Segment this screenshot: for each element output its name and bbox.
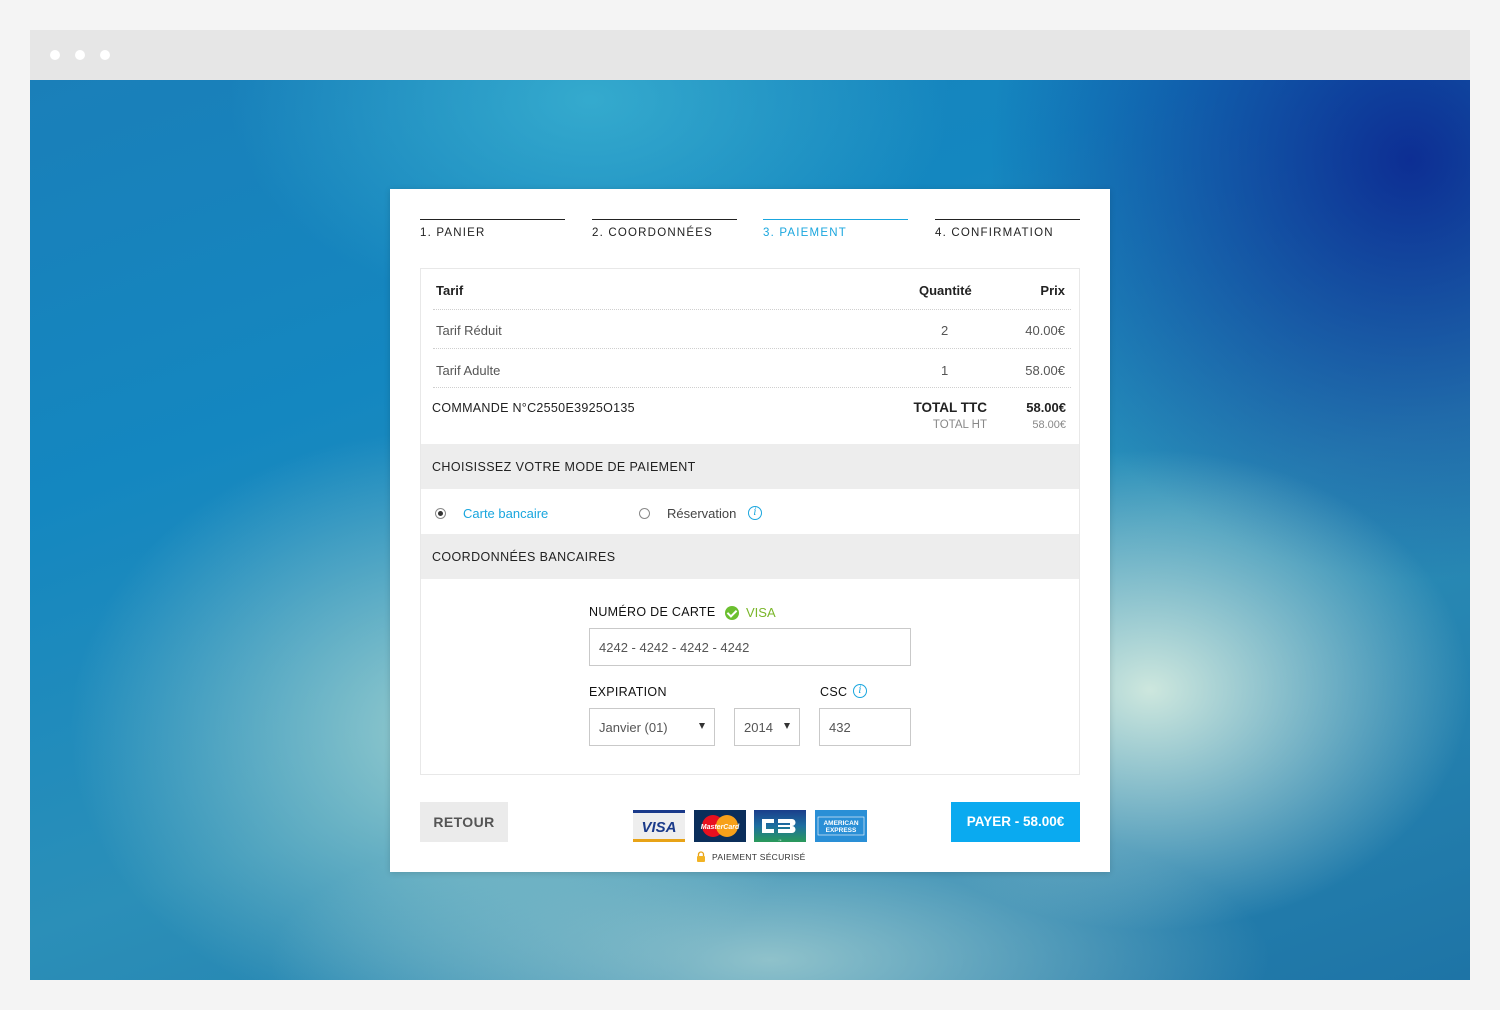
info-icon[interactable]: i (748, 506, 762, 520)
visa-logo-text: VISA (641, 819, 676, 836)
row-quantite: 1 (941, 363, 949, 378)
total-ht-value: 58.00€ (1032, 419, 1066, 431)
row-prix: 40.00€ (1025, 323, 1065, 338)
expiration-label: EXPIRATION (589, 685, 667, 699)
total-ht-label: TOTAL HT (932, 419, 987, 431)
amex-logo-text-2: EXPRESS (826, 827, 857, 834)
reservation-label[interactable]: Réservation (667, 506, 736, 521)
card-number-label: NUMÉRO DE CARTE (589, 605, 716, 619)
expiration-month-select[interactable]: Janvier (01) (589, 708, 715, 746)
window-dot-icon[interactable] (50, 50, 60, 60)
csc-label: CSC (820, 685, 848, 699)
step-paiement[interactable]: 3. PAIEMENT (763, 219, 908, 239)
order-panel: Tarif Quantité Prix Tarif Réduit 2 40.00… (420, 268, 1080, 775)
col-header-tarif: Tarif (436, 283, 464, 298)
lock-icon (697, 851, 705, 862)
back-button[interactable]: RETOUR (420, 802, 508, 842)
pay-button[interactable]: PAYER - 58.00€ (951, 802, 1080, 842)
checkout-card: 1. PANIER 2. COORDONNÉES 3. PAIEMENT 4. … (390, 189, 1110, 872)
row-quantite: 2 (941, 323, 949, 338)
expiration-year-select[interactable]: 2014 (734, 708, 800, 746)
browser-window: 1. PANIER 2. COORDONNÉES 3. PAIEMENT 4. … (30, 30, 1470, 980)
secure-payment-label: PAIEMENT SÉCURISÉ (712, 852, 806, 862)
col-header-prix: Prix (1040, 283, 1065, 298)
step-confirmation[interactable]: 4. CONFIRMATION (935, 219, 1080, 239)
step-panier[interactable]: 1. PANIER (420, 219, 565, 239)
row-divider (433, 387, 1071, 388)
carte-bancaire-label[interactable]: Carte bancaire (463, 506, 548, 521)
card-number-input[interactable]: 4242 - 4242 - 4242 - 4242 (589, 628, 911, 666)
bank-details-heading: COORDONNÉES BANCAIRES (421, 534, 1079, 579)
radio-reservation[interactable] (639, 508, 650, 519)
csc-info-icon[interactable]: i (853, 684, 867, 698)
row-divider (433, 348, 1071, 349)
visa-logo: VISA (633, 810, 685, 842)
mastercard-logo: MasterCard (694, 810, 746, 842)
row-tarif: Tarif Adulte (436, 363, 501, 378)
row-divider (433, 309, 1071, 310)
detected-card-brand: VISA (746, 605, 776, 620)
csc-input[interactable]: 432 (819, 708, 911, 746)
page-background: 1. PANIER 2. COORDONNÉES 3. PAIEMENT 4. … (30, 80, 1470, 980)
row-tarif: Tarif Réduit (436, 323, 502, 338)
caret-down-icon (784, 723, 790, 729)
checkout-steps: 1. PANIER 2. COORDONNÉES 3. PAIEMENT 4. … (420, 219, 1080, 243)
caret-down-icon (699, 723, 705, 729)
browser-title-bar (30, 30, 1470, 80)
check-circle-icon (725, 606, 739, 620)
mastercard-logo-text: MasterCard (701, 824, 740, 831)
expiration-year-value: 2014 (744, 720, 773, 735)
col-header-quantite: Quantité (919, 283, 972, 298)
step-coordonnees[interactable]: 2. COORDONNÉES (592, 219, 737, 239)
total-ttc-label: TOTAL TTC (913, 400, 988, 415)
payment-mode-heading: CHOISISSEZ VOTRE MODE DE PAIEMENT (421, 444, 1079, 489)
secure-payment-note: PAIEMENT SÉCURISÉ (696, 850, 816, 864)
window-dot-icon[interactable] (75, 50, 85, 60)
order-number: COMMANDE N°C2550E3925O135 (432, 401, 635, 415)
amex-logo-text-1: AMERICAN (823, 820, 858, 827)
window-dot-icon[interactable] (100, 50, 110, 60)
row-prix: 58.00€ (1025, 363, 1065, 378)
radio-carte-bancaire[interactable] (435, 508, 446, 519)
cb-logo: CB (754, 810, 806, 842)
expiration-month-value: Janvier (01) (599, 720, 668, 735)
total-ttc-value: 58.00€ (1026, 400, 1066, 415)
amex-logo: AMERICAN EXPRESS (815, 810, 867, 842)
